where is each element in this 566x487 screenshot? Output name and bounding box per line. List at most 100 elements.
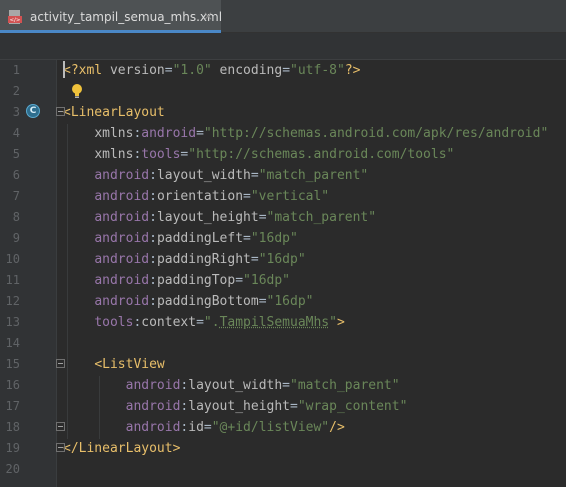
code-line: 11 android:paddingTop="16dp" [0, 270, 566, 291]
line-number: 15 [5, 357, 20, 371]
line-number: 1 [12, 63, 20, 77]
class-gutter-icon[interactable]: C [26, 104, 40, 118]
code-token: layout_height [156, 210, 259, 225]
tab-close-button[interactable]: × [203, 9, 213, 23]
code-token: layout_width [156, 168, 251, 183]
code-text: <ListView [63, 354, 165, 375]
line-number: 4 [12, 126, 20, 140]
code-line: 5 xmlns:tools="http://schemas.android.co… [0, 144, 566, 165]
code-text: xmlns:tools="http://schemas.android.com/… [63, 144, 454, 165]
code-token: "1.0" [172, 63, 212, 78]
file-tab[interactable]: </> activity_tampil_semua_mhs.xml × [0, 0, 222, 33]
code-token: orientation [156, 189, 244, 204]
code-token: LinearLayout [70, 105, 165, 120]
code-token: "match_parent" [290, 378, 400, 393]
code-line: 19 </LinearLayout> [0, 438, 566, 459]
code-token: = [290, 399, 298, 414]
code-token: xmlns [94, 147, 134, 162]
line-number: 11 [5, 273, 20, 287]
code-token: id [188, 420, 204, 435]
code-text: xmlns:android="http://schemas.android.co… [63, 123, 548, 144]
code-token: LinearLayout [78, 441, 173, 456]
code-token: xmlns [94, 126, 134, 141]
lightbulb-icon[interactable] [70, 83, 84, 99]
code-token: ListView [102, 357, 165, 372]
code-token: encoding [211, 63, 283, 78]
code-token: "http://schemas.android.com/tools" [188, 147, 455, 162]
editor-tab-bar: </> activity_tampil_semua_mhs.xml × [0, 0, 566, 33]
code-token: android [94, 273, 150, 288]
code-line: 15 <ListView [0, 354, 566, 375]
code-token: "vertical" [250, 189, 330, 204]
code-line: 18 android:id="@+id/listView"/> [0, 417, 566, 438]
line-number: 20 [5, 462, 20, 476]
code-line: 13 tools:context=".TampilSemuaMhs"> [0, 312, 566, 333]
fold-icon[interactable] [56, 422, 65, 431]
code-token: android [125, 378, 181, 393]
code-token: android [94, 231, 150, 246]
code-token: "16dp" [258, 252, 306, 267]
code-token: "16dp" [243, 273, 291, 288]
code-token: "match_parent" [258, 168, 369, 183]
line-number: 5 [12, 147, 20, 161]
code-token: paddingLeft [156, 231, 244, 246]
code-token: <? [63, 63, 79, 78]
line-number: 9 [12, 231, 20, 245]
line-number: 7 [12, 189, 20, 203]
code-token: = [235, 273, 244, 288]
line-number: 12 [5, 294, 20, 308]
fold-icon[interactable] [56, 107, 65, 116]
code-token: layout_height [188, 399, 290, 414]
code-token: "match_parent" [266, 210, 377, 225]
code-token: = [243, 189, 251, 204]
code-line: 17 android:layout_height="wrap_content" [0, 396, 566, 417]
code-token: "wrap_content" [297, 399, 408, 414]
line-number: 6 [12, 168, 20, 182]
svg-text:</>: </> [9, 18, 20, 24]
code-token: = [243, 231, 251, 246]
code-token: TampilSemuaMhs [219, 315, 330, 330]
code-text: <?xml version="1.0" encoding="utf-8"?> [63, 60, 360, 81]
code-line: 9 android:paddingLeft="16dp" [0, 228, 566, 249]
code-token: : [149, 252, 157, 267]
code-text: android:layout_width="match_parent" [63, 165, 368, 186]
line-number: 16 [5, 378, 20, 392]
breadcrumb-bar [0, 33, 566, 60]
code-line: 3 <LinearLayout [0, 102, 566, 123]
code-token: : [149, 189, 157, 204]
code-line: 14 [0, 333, 566, 354]
code-token: = [203, 420, 212, 435]
code-text: <LinearLayout [63, 102, 165, 123]
code-token: context [141, 315, 197, 330]
fold-icon[interactable] [56, 443, 65, 452]
code-text: android:paddingLeft="16dp" [63, 228, 298, 249]
code-token: > [172, 441, 181, 456]
text-caret [63, 61, 65, 78]
code-token: = [250, 252, 259, 267]
code-text: android:id="@+id/listView"/> [63, 417, 345, 438]
line-number: 19 [5, 441, 20, 455]
code-token: = [164, 63, 173, 78]
code-line: 4 xmlns:android="http://schemas.android.… [0, 123, 566, 144]
code-text: </LinearLayout> [63, 438, 180, 459]
code-token: layout_width [188, 378, 283, 393]
fold-icon[interactable] [56, 359, 65, 368]
code-token: ". [203, 315, 220, 330]
code-line: 6 android:layout_width="match_parent" [0, 165, 566, 186]
code-token: android [94, 252, 150, 267]
code-text: android:layout_width="match_parent" [63, 375, 400, 396]
code-token: = [258, 210, 267, 225]
line-number: 8 [12, 210, 20, 224]
code-token: : [149, 273, 157, 288]
code-line: 8 android:layout_height="match_parent" [0, 207, 566, 228]
code-token: "http://schemas.android.com/apk/res/andr… [203, 126, 549, 141]
code-token: android [94, 210, 150, 225]
line-number: 14 [5, 336, 20, 350]
